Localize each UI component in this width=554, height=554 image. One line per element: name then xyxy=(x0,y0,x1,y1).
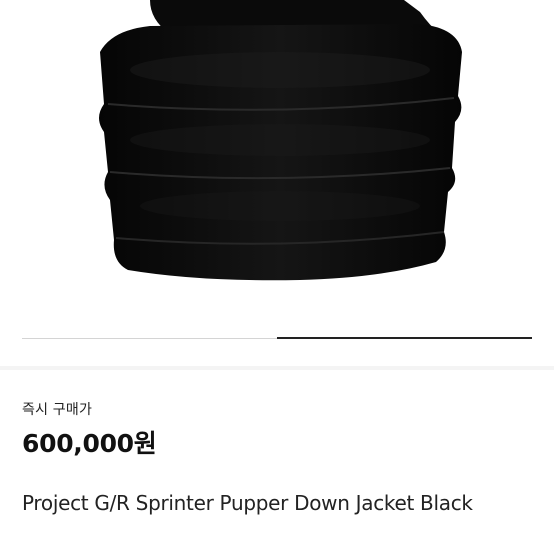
down-jacket-image xyxy=(99,0,462,281)
section-divider xyxy=(0,366,554,370)
product-name: Project G/R Sprinter Pupper Down Jacket … xyxy=(22,491,473,515)
product-image[interactable] xyxy=(0,0,554,316)
image-carousel-indicator xyxy=(277,337,532,339)
product-subtitle-cutoff xyxy=(22,548,342,554)
instant-buy-price-label: 즉시 구매가 xyxy=(22,402,93,418)
product-detail-page: 즉시 구매가 600,000원 Project G/R Sprinter Pup… xyxy=(0,0,554,554)
instant-buy-price: 600,000원 xyxy=(22,429,157,458)
